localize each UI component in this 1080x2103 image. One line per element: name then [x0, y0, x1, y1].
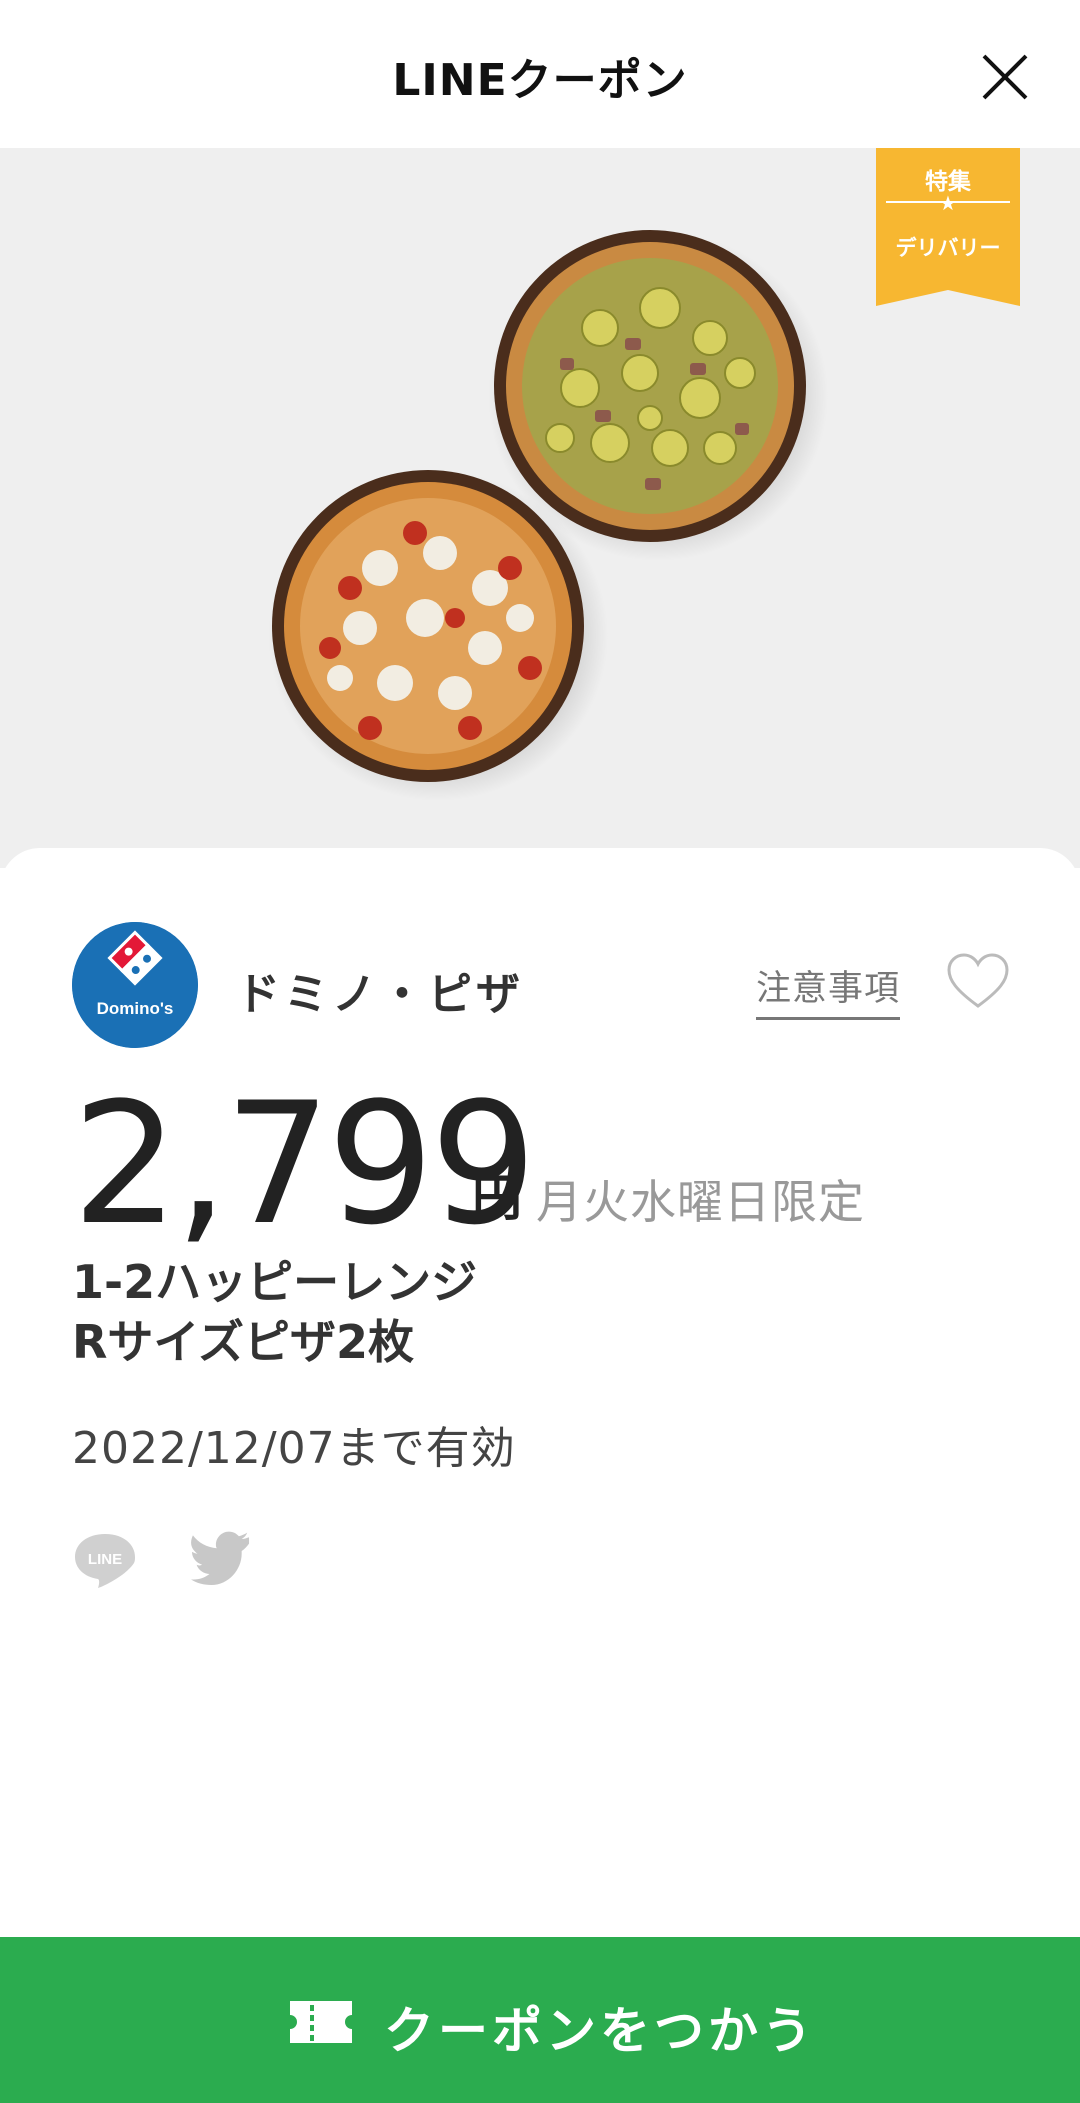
top-bar: LINEクーポン	[0, 0, 1080, 148]
coupon-hero-image: ★ 特集 デリバリー	[0, 148, 1080, 868]
twitter-icon[interactable]	[188, 1528, 254, 1588]
use-coupon-label: クーポンをつかう	[384, 2002, 816, 2060]
svg-text:Domino's: Domino's	[97, 999, 174, 1018]
app-title: LINEクーポン	[392, 55, 688, 106]
badge-title: 特集	[925, 169, 971, 195]
ticket-icon	[290, 2001, 352, 2043]
coupon-title: 1-2ハッピーレンジ Rサイズピザ2枚	[72, 1252, 477, 1372]
day-limit-label: 月火水曜日限定	[536, 1175, 865, 1229]
coupon-title-line2: Rサイズピザ2枚	[72, 1315, 415, 1369]
coupon-title-line1: 1-2ハッピーレンジ	[72, 1255, 478, 1309]
coupon-price: 2,799	[72, 1066, 537, 1262]
store-name: ドミノ・ピザ	[236, 969, 524, 1020]
close-icon[interactable]	[980, 52, 1030, 102]
currency-label: 円	[472, 1169, 522, 1227]
store-logo: Domino's	[72, 922, 198, 1048]
heart-outline-icon[interactable]	[946, 952, 1010, 1012]
expiry-date: 2022/12/07まで有効	[72, 1423, 516, 1474]
badge-category: デリバリー	[895, 236, 1001, 260]
use-coupon-button[interactable]: クーポンをつかう	[0, 1937, 1080, 2103]
terms-link[interactable]: 注意事項	[756, 960, 901, 1020]
line-share-text: LINE	[88, 1551, 122, 1568]
feature-badge: ★ 特集 デリバリー	[876, 148, 1020, 306]
line-share-icon[interactable]: LINE	[72, 1530, 138, 1590]
